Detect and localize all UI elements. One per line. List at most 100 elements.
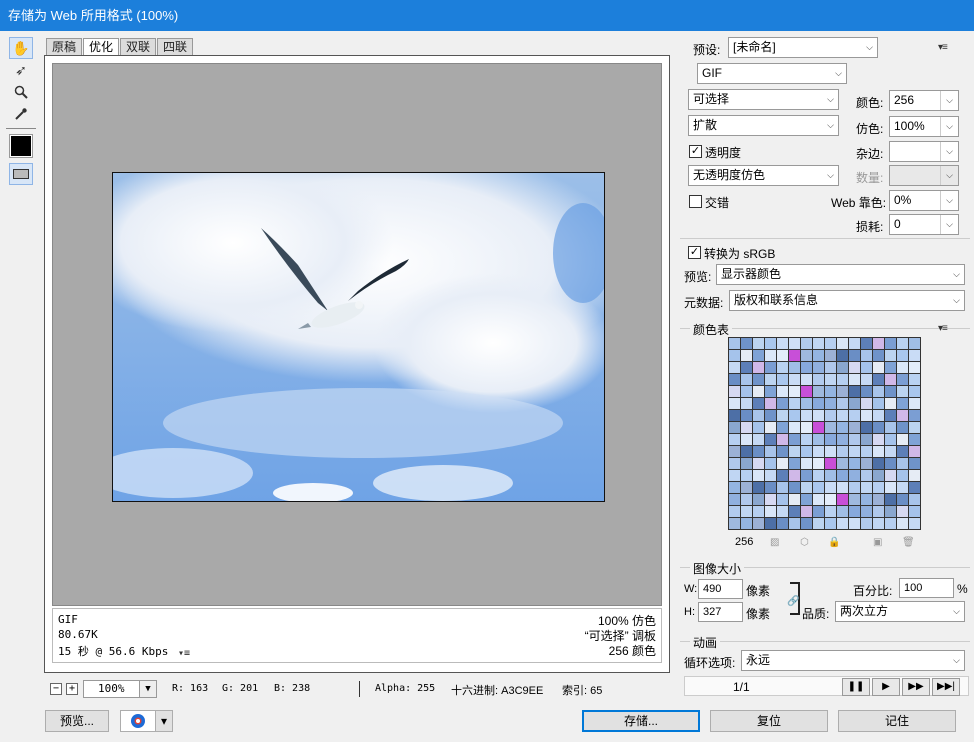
color-swatch[interactable] xyxy=(885,482,896,493)
color-swatch[interactable] xyxy=(777,350,788,361)
color-swatch[interactable] xyxy=(801,410,812,421)
color-swatch[interactable] xyxy=(753,470,764,481)
color-swatch[interactable] xyxy=(789,422,800,433)
color-swatch[interactable] xyxy=(849,446,860,457)
color-swatch[interactable] xyxy=(837,482,848,493)
color-swatch[interactable] xyxy=(897,350,908,361)
play-icon[interactable]: ▶ xyxy=(872,678,900,696)
browser-select[interactable] xyxy=(120,710,156,732)
colors-select[interactable]: 256 ⌵ xyxy=(889,90,959,111)
width-input[interactable]: 490 xyxy=(698,579,743,599)
color-swatch[interactable] xyxy=(789,410,800,421)
color-swatch[interactable] xyxy=(813,446,824,457)
download-speed-menu-icon[interactable]: ▾≡ xyxy=(178,648,190,659)
color-swatch[interactable] xyxy=(753,494,764,505)
color-swatch[interactable] xyxy=(741,362,752,373)
color-swatch[interactable] xyxy=(861,518,872,529)
color-swatch[interactable] xyxy=(789,338,800,349)
color-swatch[interactable] xyxy=(741,410,752,421)
color-swatch[interactable] xyxy=(729,350,740,361)
color-swatch[interactable] xyxy=(837,434,848,445)
color-swatch[interactable] xyxy=(753,374,764,385)
color-swatch[interactable] xyxy=(813,458,824,469)
color-swatch[interactable] xyxy=(873,410,884,421)
color-swatch[interactable] xyxy=(873,338,884,349)
color-swatch[interactable] xyxy=(909,362,920,373)
color-swatch[interactable] xyxy=(753,518,764,529)
tab-original[interactable]: 原稿 xyxy=(46,38,83,55)
color-swatch[interactable] xyxy=(837,374,848,385)
color-swatch[interactable] xyxy=(849,398,860,409)
color-swatch[interactable] xyxy=(801,446,812,457)
color-swatch[interactable] xyxy=(825,446,836,457)
color-swatch[interactable] xyxy=(765,386,776,397)
color-swatch[interactable] xyxy=(753,362,764,373)
color-swatch[interactable] xyxy=(861,398,872,409)
metadata-select[interactable]: 版权和联系信息 ⌵ xyxy=(729,290,965,311)
color-swatch[interactable] xyxy=(753,446,764,457)
color-swatch[interactable] xyxy=(885,386,896,397)
last-frame-icon[interactable]: ▶▶| xyxy=(932,678,960,696)
transparency-checkbox[interactable]: ✓ xyxy=(689,145,702,158)
color-swatch[interactable] xyxy=(837,338,848,349)
color-swatch[interactable] xyxy=(765,422,776,433)
matte-select[interactable]: ⌵ xyxy=(889,141,959,162)
color-swatch[interactable] xyxy=(909,446,920,457)
color-swatch[interactable] xyxy=(729,482,740,493)
color-swatch[interactable] xyxy=(801,362,812,373)
color-swatch[interactable] xyxy=(897,446,908,457)
color-swatch[interactable] xyxy=(777,470,788,481)
color-swatch[interactable] xyxy=(825,434,836,445)
zoom-in-button[interactable]: + xyxy=(66,683,78,695)
color-swatch[interactable] xyxy=(729,362,740,373)
color-swatch[interactable] xyxy=(777,422,788,433)
color-swatch[interactable] xyxy=(861,422,872,433)
color-swatch[interactable] xyxy=(849,362,860,373)
color-swatch[interactable] xyxy=(837,494,848,505)
color-swatch[interactable] xyxy=(849,374,860,385)
color-swatch[interactable] xyxy=(909,470,920,481)
color-swatch[interactable] xyxy=(861,362,872,373)
color-swatch[interactable] xyxy=(741,386,752,397)
color-swatch[interactable] xyxy=(753,350,764,361)
color-swatch[interactable] xyxy=(741,374,752,385)
color-swatch[interactable] xyxy=(885,422,896,433)
eyedropper-color-swatch[interactable] xyxy=(9,134,33,158)
color-swatch[interactable] xyxy=(861,374,872,385)
color-swatch[interactable] xyxy=(897,458,908,469)
color-swatch[interactable] xyxy=(849,434,860,445)
color-swatch[interactable] xyxy=(909,434,920,445)
color-swatch[interactable] xyxy=(849,422,860,433)
color-swatch[interactable] xyxy=(801,494,812,505)
color-swatch[interactable] xyxy=(885,434,896,445)
color-swatch[interactable] xyxy=(873,374,884,385)
color-swatch[interactable] xyxy=(753,338,764,349)
color-swatch[interactable] xyxy=(777,482,788,493)
color-swatch[interactable] xyxy=(753,458,764,469)
color-swatch[interactable] xyxy=(837,362,848,373)
lossy-select[interactable]: 0 ⌵ xyxy=(889,214,959,235)
color-swatch[interactable] xyxy=(849,350,860,361)
color-swatch[interactable] xyxy=(885,350,896,361)
color-swatch[interactable] xyxy=(873,350,884,361)
color-swatch[interactable] xyxy=(837,446,848,457)
new-color-icon[interactable]: ▣ xyxy=(873,537,882,548)
color-swatch[interactable] xyxy=(897,518,908,529)
color-swatch[interactable] xyxy=(813,470,824,481)
color-swatch[interactable] xyxy=(801,518,812,529)
color-swatch[interactable] xyxy=(765,482,776,493)
reduction-select[interactable]: 可选择 ⌵ xyxy=(688,89,839,110)
color-swatch[interactable] xyxy=(909,506,920,517)
color-swatch[interactable] xyxy=(885,458,896,469)
link-icon[interactable]: 🔗 xyxy=(787,596,799,607)
tab-4-up[interactable]: 四联 xyxy=(157,38,194,55)
color-swatch[interactable] xyxy=(741,350,752,361)
color-swatch[interactable] xyxy=(813,350,824,361)
color-swatch[interactable] xyxy=(909,422,920,433)
color-swatch[interactable] xyxy=(765,338,776,349)
seagull-photo[interactable] xyxy=(112,172,605,502)
color-swatch[interactable] xyxy=(777,446,788,457)
color-swatch[interactable] xyxy=(777,362,788,373)
color-swatch[interactable] xyxy=(885,518,896,529)
color-swatch[interactable] xyxy=(849,470,860,481)
